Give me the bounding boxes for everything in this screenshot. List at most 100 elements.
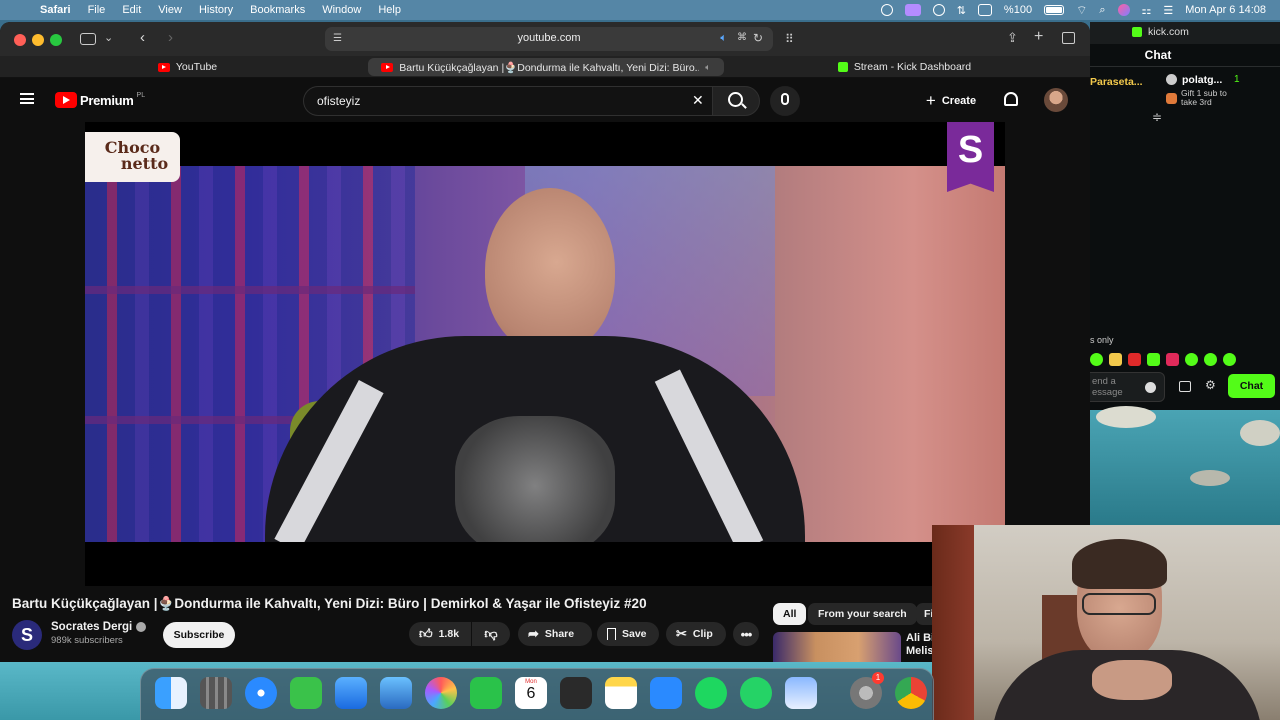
send-chat-button[interactable]: Chat — [1228, 374, 1275, 398]
create-button[interactable]: + Create — [918, 86, 984, 116]
settings-gear-icon[interactable]: ⚙ — [1205, 378, 1216, 392]
status-network-icon[interactable]: ⇅ — [957, 4, 966, 17]
menu-view[interactable]: View — [158, 4, 182, 16]
battery-icon[interactable] — [1044, 5, 1065, 15]
launchpad-icon[interactable] — [200, 677, 232, 709]
address-bar[interactable]: ☰ youtube.com 🔈︎ ⌘ ↻ — [325, 27, 773, 51]
back-button[interactable]: ‹ — [140, 29, 145, 46]
clip-button[interactable]: ✂ Clip — [666, 622, 726, 646]
channel-name[interactable]: Socrates Dergi — [51, 621, 132, 633]
emote-icon[interactable] — [1147, 352, 1160, 366]
finder-icon[interactable] — [155, 677, 187, 709]
notification-icon[interactable]: ☰ — [1163, 4, 1173, 17]
menu-edit[interactable]: Edit — [122, 4, 141, 16]
reminders-icon[interactable] — [560, 677, 592, 709]
spotlight-icon[interactable]: ⌕ — [1099, 4, 1105, 17]
more-actions-button[interactable]: ••• — [733, 622, 759, 646]
chrome-icon[interactable] — [895, 677, 927, 709]
close-window-button[interactable] — [14, 34, 26, 46]
emote-icon[interactable] — [1128, 352, 1141, 366]
status-display-icon[interactable] — [977, 4, 992, 16]
tab-video[interactable]: Bartu Küçükçağlayan |🍨Dondurma ile Kahva… — [368, 58, 724, 76]
reload-icon[interactable]: ↻ — [753, 31, 763, 45]
tab-youtube[interactable]: YouTube — [10, 58, 365, 76]
scissors-icon: ✂ — [676, 626, 687, 641]
share-icon[interactable]: ⇪ — [1007, 30, 1018, 46]
emote-icon[interactable] — [1223, 352, 1236, 366]
messages-icon[interactable] — [290, 677, 322, 709]
voice-search-button[interactable] — [770, 86, 800, 116]
notes-icon[interactable] — [605, 677, 637, 709]
emote-icon[interactable] — [1204, 352, 1217, 366]
video-frame[interactable] — [85, 166, 1005, 542]
suggested-video-thumbnail[interactable] — [773, 632, 901, 662]
suggested-video-title[interactable]: Ali Bi Melis — [906, 632, 934, 658]
wifi-icon[interactable]: ⌔ — [1076, 3, 1087, 18]
save-button[interactable]: Save — [597, 622, 659, 646]
zoom-window-button[interactable] — [50, 34, 62, 46]
tab-overview-icon[interactable] — [1062, 32, 1075, 44]
emote-icon[interactable] — [1185, 352, 1198, 366]
xcode-icon[interactable] — [380, 677, 412, 709]
notifications-bell-icon[interactable] — [1004, 92, 1018, 106]
share-button[interactable]: ➦ Share — [518, 622, 592, 646]
gift-prompt[interactable]: Gift 1 sub to take 3rd — [1181, 89, 1241, 107]
photos-icon[interactable] — [425, 677, 457, 709]
kick-url[interactable]: kick.com — [1148, 26, 1189, 38]
menu-app-name[interactable]: Safari — [40, 4, 71, 16]
video-player[interactable]: Choco netto S — [85, 122, 1005, 586]
control-center-icon[interactable]: ⚏ — [1142, 4, 1152, 17]
sidebar-toggle-icon[interactable] — [80, 33, 96, 45]
hamburger-menu-icon[interactable] — [20, 93, 34, 104]
top-gifter-name[interactable]: polatg... — [1182, 74, 1222, 86]
menu-history[interactable]: History — [199, 4, 233, 16]
translate-icon[interactable]: ⌘ — [737, 32, 747, 43]
account-avatar[interactable] — [1044, 88, 1068, 112]
status-screen-icon[interactable] — [904, 4, 921, 16]
spotify-icon[interactable] — [695, 677, 727, 709]
calendar-icon[interactable]: Mon 6 — [515, 677, 547, 709]
mail-icon[interactable] — [335, 677, 367, 709]
safari-icon[interactable] — [245, 677, 277, 709]
status-play-icon[interactable] — [932, 4, 945, 16]
search-button[interactable] — [712, 86, 760, 116]
menubar-clock[interactable]: Mon Apr 6 14:08 — [1185, 4, 1266, 16]
like-button[interactable]: 👍︎ 1.8k — [409, 622, 471, 646]
status-cloud-icon[interactable] — [880, 4, 893, 16]
appstore-icon[interactable] — [650, 677, 682, 709]
forward-button[interactable]: › — [168, 29, 173, 46]
top-gifter-left[interactable]: Paraseta... — [1090, 76, 1143, 88]
emoji-icon[interactable] — [1145, 382, 1156, 393]
emote-icon[interactable] — [1090, 352, 1103, 366]
menu-file[interactable]: File — [88, 4, 106, 16]
emote-icon[interactable] — [1109, 352, 1122, 366]
chat-input[interactable]: end a essage — [1090, 372, 1165, 402]
menu-help[interactable]: Help — [378, 4, 401, 16]
dislike-button[interactable]: 👎︎ — [472, 622, 510, 646]
chip-all[interactable]: All — [773, 603, 807, 625]
minimize-window-button[interactable] — [32, 34, 44, 46]
subscribe-button[interactable]: Subscribe — [163, 622, 235, 648]
clear-search-icon[interactable]: ✕ — [692, 92, 704, 109]
emote-icon[interactable] — [1166, 352, 1179, 366]
menu-window[interactable]: Window — [322, 4, 361, 16]
extensions-grid-icon[interactable]: ⠿ — [785, 32, 794, 46]
whatsapp-icon[interactable] — [740, 677, 772, 709]
tab-kick[interactable]: Stream - Kick Dashboard — [727, 58, 1082, 76]
collapse-chevron-icon[interactable]: ≑ — [1152, 110, 1162, 124]
menu-bookmarks[interactable]: Bookmarks — [250, 4, 305, 16]
chevron-down-icon[interactable]: ⌄ — [104, 31, 113, 44]
channel-watermark[interactable]: S — [947, 122, 994, 192]
siri-icon[interactable] — [1117, 4, 1130, 16]
new-tab-icon[interactable]: + — [1034, 28, 1043, 46]
audio-icon[interactable]: 🔈︎ — [720, 32, 727, 45]
youtube-logo[interactable]: Premium PL — [55, 92, 145, 108]
address-url[interactable]: youtube.com — [325, 32, 773, 44]
channel-avatar[interactable]: S — [12, 620, 42, 650]
facetime-icon[interactable] — [470, 677, 502, 709]
search-input[interactable] — [303, 86, 713, 116]
preview-icon[interactable] — [785, 677, 817, 709]
store-icon[interactable] — [1179, 381, 1191, 392]
tab-audio-icon[interactable]: 🔈︎ — [705, 62, 710, 73]
chip-from-your-search[interactable]: From your search — [808, 603, 917, 625]
